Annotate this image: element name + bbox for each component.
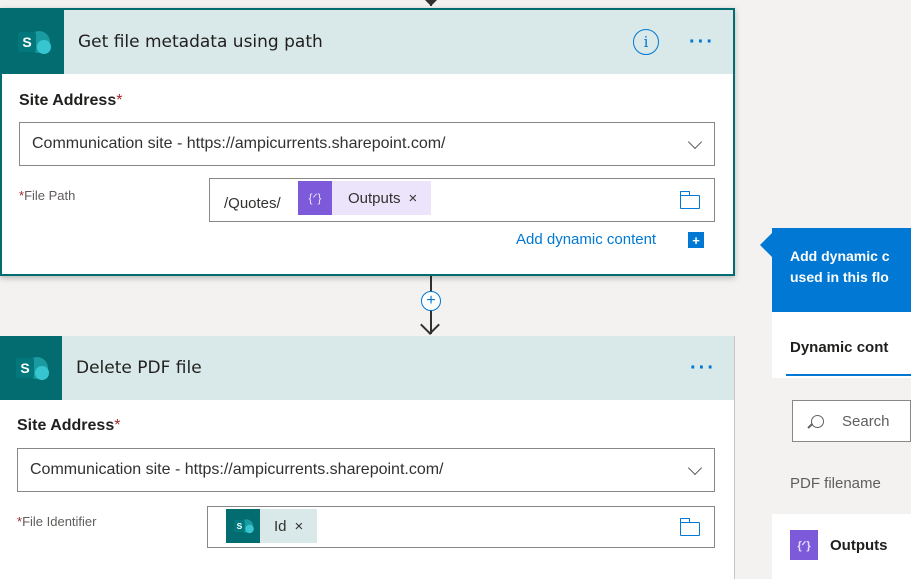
tab-active-indicator bbox=[786, 374, 911, 376]
card-header[interactable]: S Delete PDF file ··· bbox=[0, 336, 734, 400]
top-arrow-icon bbox=[425, 0, 437, 6]
file-path-field[interactable]: /Quotes/ {ᐟ} Outputs × bbox=[209, 178, 715, 222]
token-label: Outputs bbox=[348, 189, 401, 207]
site-address-dropdown[interactable]: Communication site - https://ampicurrent… bbox=[19, 122, 715, 166]
info-icon[interactable]: i bbox=[633, 29, 660, 55]
site-address-dropdown[interactable]: Communication site - https://ampicurrent… bbox=[17, 448, 715, 492]
get-file-metadata-card: S Get file metadata using path i ··· Sit… bbox=[0, 8, 735, 276]
insert-step-plus-icon[interactable]: + bbox=[421, 291, 441, 311]
expression-icon: {ᐟ} bbox=[298, 181, 332, 215]
remove-token-icon[interactable]: × bbox=[409, 190, 418, 207]
pdf-filename-group-label: PDF filename bbox=[790, 475, 881, 492]
middle-arrow-icon bbox=[420, 315, 440, 335]
sharepoint-logo-icon: S bbox=[226, 509, 260, 543]
delete-pdf-file-card: S Delete PDF file ··· Site Address* Comm… bbox=[0, 336, 735, 579]
more-options-icon[interactable]: ··· bbox=[689, 31, 715, 54]
dynamic-content-panel: Add dynamic c used in this flo Dynamic c… bbox=[772, 228, 911, 579]
remove-token-icon[interactable]: × bbox=[295, 518, 304, 535]
list-item-label: Outputs bbox=[830, 536, 888, 554]
more-options-icon[interactable]: ··· bbox=[690, 357, 716, 380]
file-path-prefix: /Quotes/ bbox=[224, 195, 281, 212]
id-token[interactable]: S Id × bbox=[226, 509, 318, 543]
file-identifier-label: *File Identifier bbox=[17, 514, 97, 529]
add-dynamic-content-link[interactable]: Add dynamic content bbox=[516, 231, 656, 248]
panel-header-line1: Add dynamic c bbox=[790, 248, 890, 264]
svg-text:S: S bbox=[20, 360, 29, 376]
tab-dynamic-content[interactable]: Dynamic cont bbox=[790, 339, 888, 356]
file-path-label: *File Path bbox=[19, 188, 76, 203]
panel-header: Add dynamic c used in this flo bbox=[772, 228, 911, 312]
token-label: Id bbox=[274, 517, 287, 535]
panel-search-input[interactable]: Search bbox=[792, 400, 911, 442]
file-identifier-field[interactable]: S Id × bbox=[207, 506, 715, 548]
site-address-label: Site Address* bbox=[19, 92, 123, 109]
folder-icon[interactable] bbox=[679, 518, 700, 536]
add-dynamic-content-plus-icon[interactable]: + bbox=[688, 232, 704, 248]
folder-icon[interactable] bbox=[679, 191, 700, 209]
search-icon bbox=[811, 414, 824, 428]
sharepoint-logo-icon: S bbox=[2, 10, 64, 74]
chevron-down-icon bbox=[687, 460, 703, 476]
panel-header-line2: used in this flo bbox=[790, 269, 889, 285]
site-address-value: Communication site - https://ampicurrent… bbox=[32, 135, 446, 152]
site-address-label: Site Address* bbox=[17, 417, 121, 434]
card-title: Delete PDF file bbox=[76, 358, 202, 378]
search-placeholder: Search bbox=[842, 412, 890, 430]
site-address-value: Communication site - https://ampicurrent… bbox=[30, 461, 444, 478]
outputs-list-item[interactable]: {ᐟ} Outputs bbox=[790, 530, 888, 560]
outputs-token[interactable]: {ᐟ} Outputs × bbox=[298, 181, 432, 215]
svg-text:S: S bbox=[237, 521, 243, 531]
chevron-down-icon bbox=[687, 134, 703, 150]
card-header[interactable]: S Get file metadata using path i ··· bbox=[2, 10, 733, 74]
card-title: Get file metadata using path bbox=[78, 32, 323, 52]
svg-text:S: S bbox=[22, 34, 31, 50]
sharepoint-logo-icon: S bbox=[0, 336, 62, 400]
expression-icon: {ᐟ} bbox=[790, 530, 818, 560]
panel-search-zone bbox=[772, 378, 911, 514]
